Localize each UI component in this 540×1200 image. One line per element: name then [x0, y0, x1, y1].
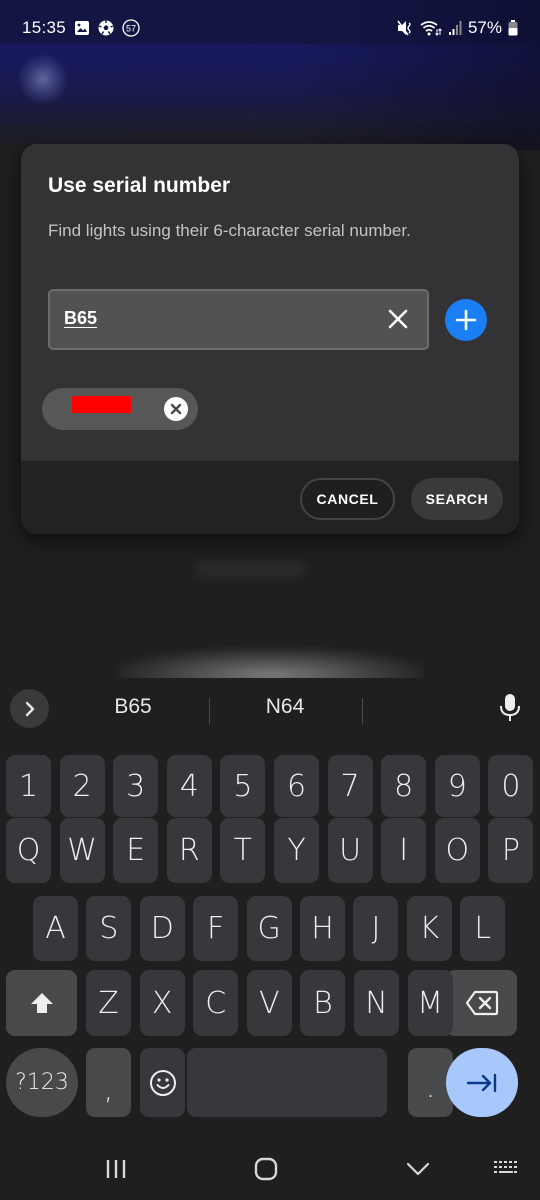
key-n[interactable]: N [354, 970, 399, 1036]
glow-orb [18, 54, 68, 104]
comma-key[interactable]: , [86, 1048, 131, 1117]
soft-keyboard: B65 N64 1234567890 QWERTYUIOP ASDFGHJKL … [0, 678, 540, 1200]
key-t[interactable]: T [220, 818, 266, 883]
key-2[interactable]: 2 [59, 755, 105, 817]
plus-icon [455, 309, 477, 331]
serial-number-value[interactable]: B65 [64, 308, 97, 329]
remove-chip-button[interactable] [164, 397, 188, 421]
tab-next-icon [466, 1073, 497, 1092]
key-3[interactable]: 3 [113, 755, 159, 817]
home-button[interactable] [248, 1154, 284, 1184]
key-q[interactable]: Q [6, 818, 51, 883]
backspace-icon [465, 990, 498, 1016]
serial-number-dialog: Use serial number Find lights using thei… [21, 144, 519, 534]
symbols-key[interactable]: ?123 [6, 1048, 78, 1117]
emoji-key[interactable] [140, 1048, 185, 1117]
key-j[interactable]: J [353, 896, 399, 961]
soccer-ball-icon [98, 20, 114, 36]
badge-57-icon: 57 [122, 19, 140, 37]
key-o[interactable]: O [434, 818, 480, 883]
vibrate-mute-icon [396, 20, 414, 36]
badge-count: 57 [126, 24, 136, 34]
close-icon [170, 403, 182, 415]
suggestion-2[interactable]: N64 [210, 695, 360, 719]
dialog-description: Find lights using their 6-character seri… [48, 221, 411, 240]
key-g[interactable]: G [246, 896, 292, 961]
key-k[interactable]: K [406, 896, 452, 961]
suggestion-divider [362, 698, 363, 724]
backspace-key[interactable] [446, 970, 517, 1036]
key-5[interactable]: 5 [220, 755, 266, 817]
hide-keyboard-icon [406, 1162, 430, 1176]
recent-apps-button[interactable] [98, 1154, 134, 1184]
key-w[interactable]: W [59, 818, 105, 883]
shift-arrow-icon [30, 993, 53, 1013]
serial-chip [42, 388, 198, 430]
cancel-button[interactable]: CANCEL [300, 478, 395, 520]
close-icon [388, 309, 408, 329]
search-button[interactable]: SEARCH [411, 478, 503, 520]
key-s[interactable]: S [86, 896, 132, 961]
wifi-icon [420, 20, 442, 36]
expand-toolbar-button[interactable] [10, 689, 49, 728]
key-r[interactable]: R [166, 818, 212, 883]
key-z[interactable]: Z [86, 970, 131, 1036]
blurred-background-element [195, 560, 305, 578]
key-1[interactable]: 1 [6, 755, 51, 817]
key-d[interactable]: D [139, 896, 185, 961]
redacted-serial [72, 396, 131, 413]
key-8[interactable]: 8 [381, 755, 427, 817]
key-c[interactable]: C [193, 970, 239, 1036]
voice-input-button[interactable] [498, 692, 522, 724]
key-v[interactable]: V [246, 970, 292, 1036]
key-a[interactable]: A [33, 896, 78, 961]
battery-percent: 57% [467, 18, 502, 37]
clock: 15:35 [22, 18, 67, 37]
keyboard-switch-button[interactable] [488, 1154, 524, 1184]
key-6[interactable]: 6 [274, 755, 319, 817]
key-m[interactable]: M [407, 970, 453, 1036]
key-x[interactable]: X [139, 970, 185, 1036]
key-b[interactable]: B [300, 970, 346, 1036]
status-bar: 15:35 57 57% [0, 0, 540, 44]
home-icon [254, 1157, 278, 1181]
microphone-icon [500, 694, 520, 721]
battery-icon [508, 20, 518, 36]
key-4[interactable]: 4 [166, 755, 212, 817]
key-9[interactable]: 9 [434, 755, 480, 817]
key-y[interactable]: Y [274, 818, 319, 883]
serial-number-input[interactable]: B65 [48, 289, 429, 350]
key-p[interactable]: P [488, 818, 534, 883]
emoji-icon [149, 1069, 176, 1096]
hide-keyboard-button[interactable] [400, 1154, 436, 1184]
screen: 15:35 57 57% Use serial number Find ligh… [0, 0, 540, 1200]
signal-icon [448, 20, 462, 36]
suggestion-1[interactable]: B65 [58, 695, 208, 719]
key-7[interactable]: 7 [327, 755, 373, 817]
key-0[interactable]: 0 [488, 755, 534, 817]
key-l[interactable]: L [460, 896, 506, 961]
clear-input-button[interactable] [387, 308, 409, 330]
dialog-title: Use serial number [48, 174, 231, 197]
shift-key[interactable] [6, 970, 77, 1036]
key-i[interactable]: I [381, 818, 427, 883]
gallery-icon [74, 20, 90, 36]
key-u[interactable]: U [327, 818, 373, 883]
space-key[interactable] [187, 1048, 387, 1117]
keyboard-switch-icon [494, 1161, 517, 1173]
add-serial-button[interactable] [445, 299, 487, 341]
key-e[interactable]: E [113, 818, 159, 883]
key-f[interactable]: F [193, 896, 239, 961]
recent-apps-icon [106, 1160, 126, 1178]
dialog-body: Use serial number Find lights using thei… [21, 144, 519, 461]
key-h[interactable]: H [300, 896, 345, 961]
navigation-bar [0, 1140, 540, 1200]
enter-next-key[interactable] [446, 1048, 518, 1117]
chevron-right-icon [25, 701, 34, 716]
suggestion-bar: B65 N64 [0, 678, 540, 738]
